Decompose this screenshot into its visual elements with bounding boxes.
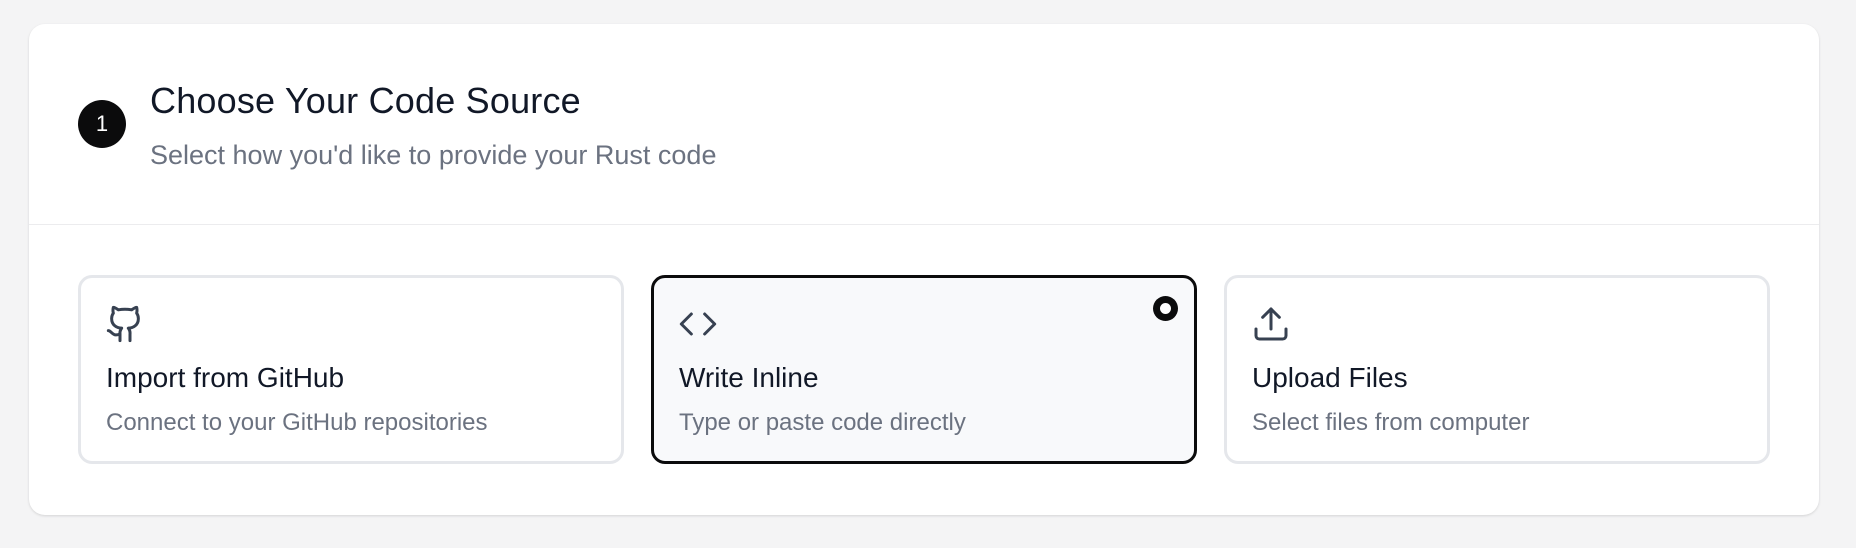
option-title: Upload Files [1252,362,1408,393]
code-icon [678,304,718,344]
code-source-card: 1 Choose Your Code Source Select how you… [29,24,1819,515]
page-subtitle: Select how you'd like to provide your Ru… [150,140,717,170]
option-title: Import from GitHub [106,362,345,393]
option-title: Write Inline [679,362,819,393]
github-icon [105,304,145,344]
option-description: Select files from computer [1252,409,1530,436]
option-import-github[interactable]: Import from GitHub Connect to your GitHu… [78,275,624,464]
option-write-inline[interactable]: Write Inline Type or paste code directly [651,275,1197,464]
option-description: Connect to your GitHub repositories [106,409,488,436]
option-upload-files[interactable]: Upload Files Select files from computer [1224,275,1770,464]
option-description: Type or paste code directly [679,409,966,436]
upload-icon [1251,304,1291,344]
step-number-badge: 1 [78,100,126,148]
selected-radio-indicator [1153,296,1178,321]
page-title: Choose Your Code Source [150,80,581,121]
card-header: 1 Choose Your Code Source Select how you… [29,24,1819,225]
